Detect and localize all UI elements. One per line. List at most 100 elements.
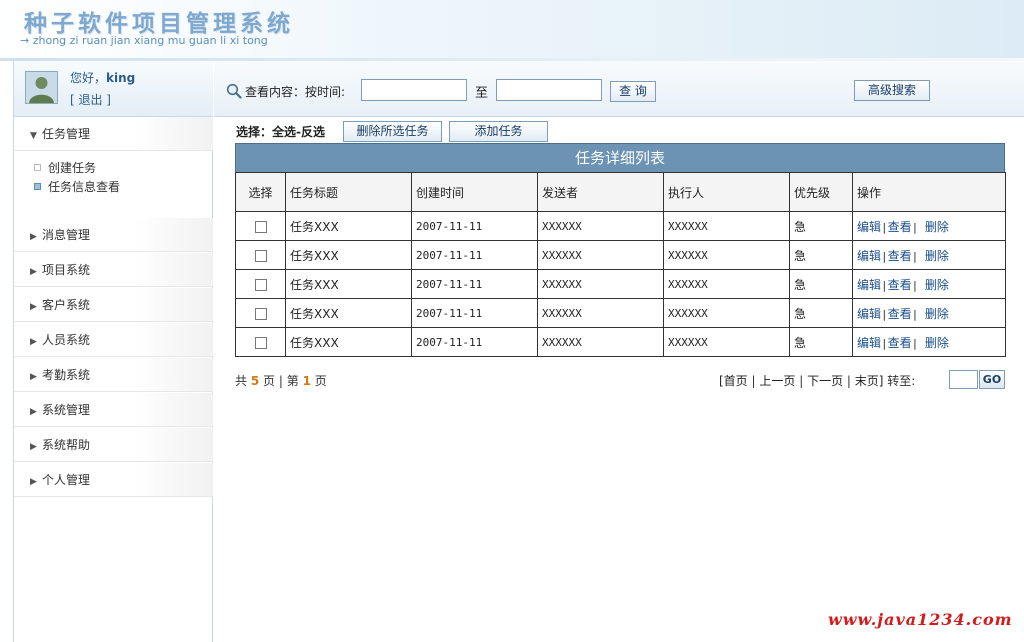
caret-right-icon: ▶ [30, 442, 37, 452]
sidebar-group: ▶ 项目系统 [14, 253, 213, 287]
op-separator: | [881, 336, 888, 350]
edit-link[interactable]: 编辑 [857, 220, 881, 234]
goto-label: 转至: [887, 374, 916, 388]
start-time-input[interactable] [361, 79, 467, 101]
add-task-button[interactable]: 添加任务 [449, 121, 548, 142]
edit-link[interactable]: 编辑 [857, 336, 881, 350]
sidebar-group-header[interactable]: ▶ 系统帮助 [14, 428, 213, 462]
cell-created: 2007-11-11 [411, 211, 538, 241]
to-label: 至 [475, 86, 489, 101]
pager-sep: | [846, 374, 855, 388]
first-page-link[interactable]: [首页 [719, 374, 748, 388]
sidebar-submenu: 创建任务 任务信息查看 [14, 151, 213, 203]
view-link[interactable]: 查看 [888, 307, 912, 321]
sidebar-group-header[interactable]: ▶ 消息管理 [14, 218, 213, 252]
search-label: 查看内容：按时间: [245, 85, 346, 99]
sidebar-group-header[interactable]: ▼ 任务管理 [14, 117, 213, 151]
sidebar-group: ▼ 任务管理 创建任务 任务信息查看 [14, 117, 213, 203]
table-row: 任务XXX 2007-11-11 XXXXXX XXXXXX 急编辑|查看| 删除 [235, 240, 1006, 270]
go-button[interactable]: GO [979, 370, 1005, 389]
view-link[interactable]: 查看 [888, 220, 912, 234]
delete-link[interactable]: 删除 [925, 307, 949, 321]
goto-page-input[interactable] [949, 370, 978, 389]
edit-link[interactable]: 编辑 [857, 278, 881, 292]
sidebar-subitem[interactable]: 创建任务 [34, 159, 213, 178]
column-header: 操作 [852, 172, 1006, 212]
next-page-link[interactable]: 下一页 [807, 374, 843, 388]
delete-link[interactable]: 删除 [925, 278, 949, 292]
end-time-input[interactable] [496, 79, 602, 101]
sidebar-group-header[interactable]: ▶ 考勤系统 [14, 358, 213, 392]
view-link[interactable]: 查看 [888, 336, 912, 350]
last-page-link[interactable]: 末页] [855, 374, 884, 388]
sidebar-group-label: 个人管理 [42, 473, 91, 487]
sidebar-group-label: 人员系统 [42, 333, 91, 347]
invert-selection-link[interactable]: 反选 [301, 125, 325, 139]
magnifier-icon [226, 83, 242, 99]
delete-link[interactable]: 删除 [925, 249, 949, 263]
row-checkbox[interactable] [254, 220, 267, 233]
cell-title: 任务XXX [285, 240, 412, 270]
op-separator: | [911, 220, 925, 234]
select-all-link[interactable]: 全选 [272, 125, 296, 139]
delete-link[interactable]: 删除 [925, 220, 949, 234]
cell-operations: 编辑|查看| 删除 [852, 269, 1006, 299]
column-header: 优先级 [789, 172, 853, 212]
column-header: 发送者 [537, 172, 664, 212]
edit-link[interactable]: 编辑 [857, 249, 881, 263]
pager-divider: | [278, 374, 283, 388]
row-checkbox[interactable] [254, 307, 267, 320]
sidebar-group-label: 任务管理 [42, 127, 91, 141]
sidebar-group-header[interactable]: ▶ 客户系统 [14, 288, 213, 322]
delete-link[interactable]: 删除 [925, 336, 949, 350]
row-checkbox[interactable] [254, 249, 267, 262]
avatar [25, 71, 58, 104]
page-summary: 共 5 页 | 第 1 页 [235, 372, 327, 389]
app-frame: 您好，king [ 退出 ] ▼ 任务管理 创建任务 任务信息查看 ▶ 消息管理 ▶ 项目系统… [13, 61, 1024, 642]
search-bar: 查看内容：按时间: 至 查 询 高级搜索 [214, 61, 1024, 117]
sidebar-group: ▶ 个人管理 [14, 463, 213, 497]
cell-created: 2007-11-11 [411, 240, 538, 270]
table-caption: 任务详细列表 [235, 143, 1005, 172]
current-suffix: 页 [314, 374, 327, 388]
sidebar: 您好，king [ 退出 ] ▼ 任务管理 创建任务 任务信息查看 ▶ 消息管理 ▶ 项目系统… [14, 61, 213, 642]
op-separator: | [881, 307, 888, 321]
cell-priority: 急 [789, 298, 853, 328]
delete-selected-button[interactable]: 删除所选任务 [343, 121, 442, 142]
op-separator: | [881, 249, 888, 263]
table-row: 任务XXX 2007-11-11 XXXXXX XXXXXX 急编辑|查看| 删除 [235, 327, 1006, 357]
sidebar-group: ▶ 客户系统 [14, 288, 213, 322]
edit-link[interactable]: 编辑 [857, 307, 881, 321]
column-header: 选择 [235, 172, 286, 212]
logout-link[interactable]: [ 退出 ] [70, 91, 111, 108]
select-controls: 选择：全选-反选 [236, 123, 325, 140]
sidebar-group-header[interactable]: ▶ 个人管理 [14, 463, 213, 497]
column-header: 执行人 [663, 172, 790, 212]
pager-sep: | [799, 374, 808, 388]
cell-sender: XXXXXX [537, 269, 664, 299]
cell-operations: 编辑|查看| 删除 [852, 240, 1006, 270]
sidebar-group-header[interactable]: ▶ 系统管理 [14, 393, 213, 427]
sidebar-group-header[interactable]: ▶ 人员系统 [14, 323, 213, 357]
advanced-search-button[interactable]: 高级搜索 [854, 80, 930, 101]
row-checkbox[interactable] [254, 278, 267, 291]
view-link[interactable]: 查看 [888, 249, 912, 263]
prev-page-link[interactable]: 上一页 [759, 374, 795, 388]
cell-created: 2007-11-11 [411, 298, 538, 328]
query-button[interactable]: 查 询 [610, 81, 656, 102]
sidebar-group: ▶ 人员系统 [14, 323, 213, 357]
user-panel: 您好，king [ 退出 ] [14, 61, 213, 117]
sidebar-group-label: 考勤系统 [42, 368, 91, 382]
cell-created: 2007-11-11 [411, 327, 538, 357]
view-link[interactable]: 查看 [888, 278, 912, 292]
column-header: 创建时间 [411, 172, 538, 212]
cell-operations: 编辑|查看| 删除 [852, 327, 1006, 357]
sidebar-group-header[interactable]: ▶ 项目系统 [14, 253, 213, 287]
app-subtitle: → zhong zi ruan jian xiang mu guan li xi… [20, 34, 268, 47]
caret-right-icon: ▶ [30, 407, 37, 417]
select-cell [235, 298, 286, 328]
row-checkbox[interactable] [254, 336, 267, 349]
sidebar-subitem[interactable]: 任务信息查看 [34, 178, 213, 197]
table-row: 任务XXX 2007-11-11 XXXXXX XXXXXX 急编辑|查看| 删除 [235, 211, 1006, 241]
table-row: 任务XXX 2007-11-11 XXXXXX XXXXXX 急编辑|查看| 删除 [235, 298, 1006, 328]
